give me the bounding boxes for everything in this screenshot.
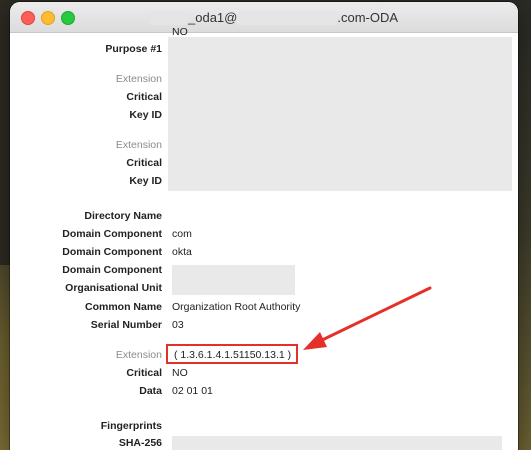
redacted-region — [168, 37, 512, 191]
critical-label: Critical — [126, 157, 162, 169]
data-value: 02 01 01 — [172, 385, 213, 397]
extension-label: Extension — [115, 139, 162, 151]
purpose-label: Purpose #1 — [105, 43, 162, 55]
titlebar[interactable]: _oda1@ .com-ODA — [10, 2, 518, 33]
critical-label: Critical — [126, 367, 162, 379]
domain-component-value: com — [172, 228, 192, 240]
common-name-label: Common Name — [84, 301, 162, 313]
extension-label: Extension — [115, 73, 162, 85]
key-id-label: Key ID — [129, 109, 162, 121]
organisational-unit-label: Organisational Unit — [65, 282, 162, 294]
title-prefix: _oda1@ — [188, 10, 238, 26]
key-id-label: Key ID — [129, 175, 162, 187]
title-suffix: .com-ODA — [337, 10, 399, 26]
close-button[interactable] — [21, 11, 35, 25]
critical-label: Critical — [126, 91, 162, 103]
common-name-value: Organization Root Authority — [172, 301, 301, 313]
serial-number-label: Serial Number — [90, 319, 162, 331]
domain-component-label: Domain Component — [62, 246, 162, 258]
annotation-highlight-box — [166, 344, 298, 364]
certificate-details: NO Purpose #1 Extension Critical Key ID … — [10, 26, 518, 450]
redacted-region — [172, 265, 295, 295]
data-label: Data — [139, 385, 162, 397]
critical-value: NO — [172, 367, 188, 379]
zoom-button[interactable] — [61, 11, 75, 25]
title-redaction — [150, 10, 188, 25]
serial-number-value: 03 — [172, 319, 184, 331]
window-title: _oda1@ .com-ODA — [150, 9, 398, 25]
domain-component-label: Domain Component — [62, 264, 162, 276]
title-redaction — [237, 10, 338, 25]
directory-name-label: Directory Name — [84, 210, 162, 222]
domain-component-label: Domain Component — [62, 228, 162, 240]
extension-label: Extension — [115, 349, 162, 361]
redacted-region — [172, 436, 502, 450]
certificate-window: _oda1@ .com-ODA NO Purpose #1 Extension C… — [10, 2, 518, 450]
sha256-label: SHA-256 — [118, 437, 162, 449]
domain-component-value: okta — [172, 246, 192, 258]
fingerprints-label: Fingerprints — [100, 420, 162, 432]
minimize-button[interactable] — [41, 11, 55, 25]
